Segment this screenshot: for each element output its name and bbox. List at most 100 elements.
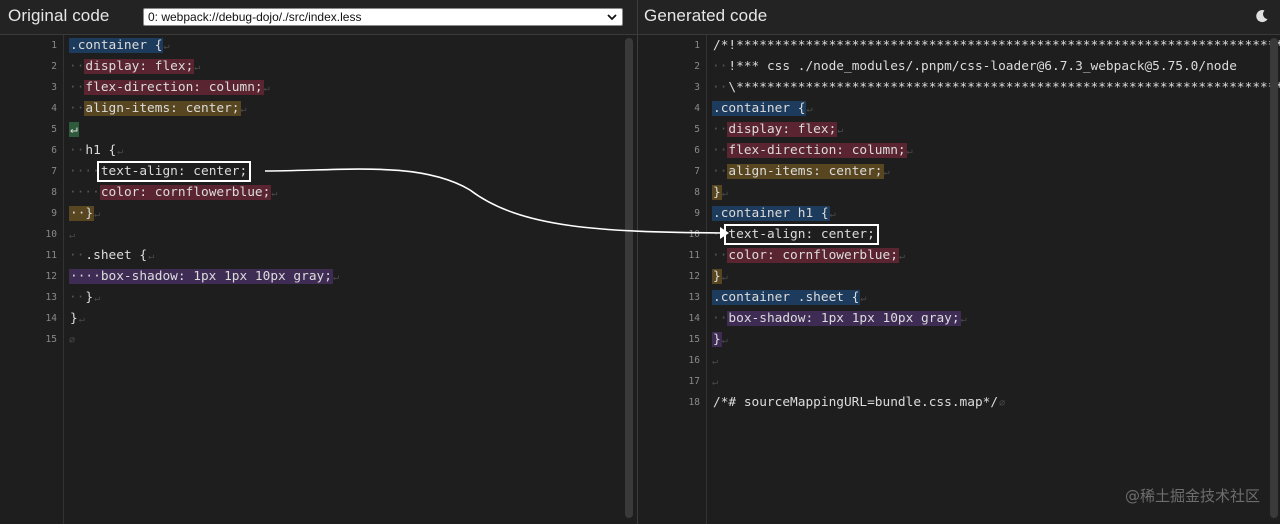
code-line: ↵ xyxy=(69,224,75,245)
generated-code-title: Generated code xyxy=(644,6,768,25)
code-token[interactable]: .container .sheet { xyxy=(712,290,861,305)
line-number: 5 xyxy=(51,124,57,135)
line-number: 8 xyxy=(694,187,700,198)
code-token[interactable]: .sheet { xyxy=(84,248,148,263)
newline-marker: ↵ xyxy=(117,146,124,157)
code-token[interactable]: align-items: center; xyxy=(84,101,241,116)
selected-mapping-token[interactable]: text-align: center; xyxy=(96,161,252,182)
code-line: ··}↵ xyxy=(69,287,100,308)
line-number: 11 xyxy=(688,250,700,261)
eof-marker: ∅ xyxy=(999,398,1006,409)
newline-marker: ↵ xyxy=(94,293,101,304)
code-token[interactable]: flex-direction: column; xyxy=(84,80,264,95)
eof-marker: ∅ xyxy=(69,335,76,346)
code-line: ··flex-direction: column;↵ xyxy=(69,77,270,98)
line-number: 3 xyxy=(51,82,57,93)
code-token[interactable]: \***************************************… xyxy=(727,80,1280,95)
line-number: 12 xyxy=(688,271,700,282)
code-token[interactable]: display: flex; xyxy=(84,59,195,74)
code-token[interactable]: display: flex; xyxy=(727,122,838,137)
line-number: 12 xyxy=(45,271,57,282)
source-file-select[interactable]: 0: webpack://debug-dojo/./src/index.less xyxy=(143,8,623,26)
code-token[interactable]: /*!*************************************… xyxy=(712,38,1280,53)
line-number: 9 xyxy=(51,208,57,219)
line-number: 10 xyxy=(45,229,57,240)
code-token[interactable]: align-items: center; xyxy=(727,164,884,179)
selected-mapping-token[interactable]: text-align: center; xyxy=(724,224,879,245)
generated-code-panel: Generated code 1 2 3 4 5 6 7 8 9 10 11 12 13 14 15 16 17… xyxy=(638,0,1280,524)
newline-marker: ↵ xyxy=(906,146,913,157)
code-token[interactable]: .container h1 { xyxy=(712,206,830,221)
newline-marker: ↵ xyxy=(94,209,101,220)
line-number: 17 xyxy=(688,376,700,387)
code-line: ↵ xyxy=(712,371,718,392)
code-token[interactable]: flex-direction: column; xyxy=(727,143,907,158)
code-line: /*# sourceMappingURL=bundle.css.map*/∅ xyxy=(712,392,1005,413)
line-number: 16 xyxy=(688,355,700,366)
newline-marker: ↵ xyxy=(78,314,85,325)
line-number: 13 xyxy=(688,292,700,303)
code-line: ··align-items: center;↵ xyxy=(712,161,890,182)
code-token[interactable]: ··} xyxy=(69,206,95,221)
line-number: 13 xyxy=(45,292,57,303)
newline-marker: ↵ xyxy=(712,377,719,388)
indent-dots: ·· xyxy=(69,290,85,305)
generated-code-header: Generated code xyxy=(638,0,1280,35)
code-token[interactable]: color: cornflowerblue; xyxy=(99,185,272,200)
code-line: .container h1 {↵ xyxy=(712,203,836,224)
code-line: ··}↵ xyxy=(69,203,100,224)
line-number: 9 xyxy=(694,208,700,219)
code-line: ··!*** css ./node_modules/.pnpm/css-load… xyxy=(712,56,1238,77)
code-line: /*!*************************************… xyxy=(712,35,1280,56)
code-line: ··\*************************************… xyxy=(712,77,1280,98)
indent-dots: ·· xyxy=(69,59,85,74)
watermark: @稀土掘金技术社区 xyxy=(1124,487,1260,505)
moon-icon[interactable] xyxy=(1254,8,1270,24)
code-line: .container .sheet {↵ xyxy=(712,287,866,308)
line-number: 18 xyxy=(688,397,700,408)
code-token[interactable]: ····box-shadow: 1px 1px 10px gray; xyxy=(69,269,333,284)
code-line: }↵ xyxy=(712,266,728,287)
code-line: ····color: cornflowerblue;↵ xyxy=(69,182,277,203)
line-number: 6 xyxy=(694,145,700,156)
code-line: ↵ xyxy=(69,119,79,140)
code-token[interactable]: } xyxy=(712,269,722,284)
code-line: }↵ xyxy=(712,329,728,350)
indent-dots: ·· xyxy=(712,122,728,137)
indent-dots: ·· xyxy=(712,227,728,242)
code-token[interactable]: h1 { xyxy=(84,143,117,158)
code-line: ∅ xyxy=(69,329,75,350)
code-token[interactable]: .container { xyxy=(712,101,807,116)
newline-marker: ↵ xyxy=(332,272,339,283)
code-token[interactable]: } xyxy=(69,311,79,326)
code-token[interactable]: .container { xyxy=(69,38,164,53)
code-token[interactable]: } xyxy=(84,290,94,305)
code-token[interactable]: /*# sourceMappingURL=bundle.css.map*/ xyxy=(712,395,999,410)
code-line: ··h1 {↵ xyxy=(69,140,123,161)
newline-marker: ↵ xyxy=(163,41,170,52)
newline-marker: ↵ xyxy=(148,251,155,262)
chevron-down-icon xyxy=(607,14,617,21)
generated-scrollbar[interactable] xyxy=(1270,38,1278,518)
code-line: .container {↵ xyxy=(69,35,169,56)
original-scrollbar[interactable] xyxy=(625,38,633,518)
line-number: 3 xyxy=(694,82,700,93)
indent-dots: ···· xyxy=(69,164,100,179)
indent-dots: ·· xyxy=(712,80,728,95)
newline-marker: ↵ xyxy=(860,293,867,304)
code-token[interactable]: ↵ xyxy=(69,122,79,137)
code-line: ··.sheet {↵ xyxy=(69,245,154,266)
line-number: 4 xyxy=(694,103,700,114)
original-code-panel: Original code 0: webpack://debug-dojo/./… xyxy=(0,0,637,524)
source-file-select-value: 0: webpack://debug-dojo/./src/index.less xyxy=(148,10,362,24)
code-token[interactable]: } xyxy=(712,185,722,200)
code-token[interactable]: color: cornflowerblue; xyxy=(727,248,899,263)
code-line: ····box-shadow: 1px 1px 10px gray;↵ xyxy=(69,266,339,287)
newline-marker: ↵ xyxy=(829,209,836,220)
code-line: ··display: flex;↵ xyxy=(712,119,843,140)
code-token[interactable]: !*** css ./node_modules/.pnpm/css-loader… xyxy=(727,59,1238,74)
code-token[interactable]: } xyxy=(712,332,722,347)
newline-marker: ↵ xyxy=(898,251,905,262)
code-line: ··text-align: center; xyxy=(712,224,879,245)
code-token[interactable]: box-shadow: 1px 1px 10px gray; xyxy=(727,311,961,326)
